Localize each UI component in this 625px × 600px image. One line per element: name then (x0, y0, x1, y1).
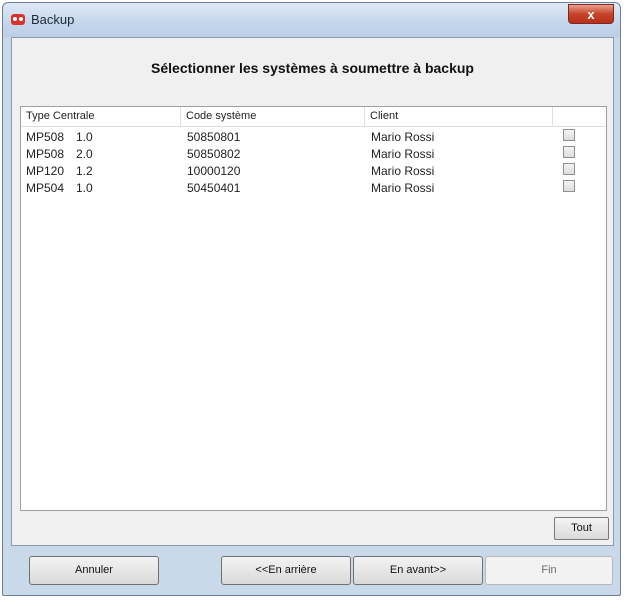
list-item[interactable]: MP120 1.2 10000120 Mario Rossi (21, 163, 606, 180)
version-cell: 1.0 (76, 130, 93, 144)
select-all-button[interactable]: Tout (554, 517, 609, 540)
list-rows: MP508 1.0 50850801 Mario Rossi MP508 2.0… (21, 129, 606, 197)
list-item[interactable]: MP504 1.0 50450401 Mario Rossi (21, 180, 606, 197)
column-header-code[interactable]: Code système (181, 107, 365, 126)
column-header-client[interactable]: Client (365, 107, 553, 126)
client-cell: Mario Rossi (371, 164, 435, 178)
type-cell: MP508 (26, 130, 65, 144)
list-item[interactable]: MP508 1.0 50850801 Mario Rossi (21, 129, 606, 146)
page-heading: Sélectionner les systèmes à soumettre à … (151, 60, 474, 76)
close-button[interactable]: x (568, 4, 614, 24)
next-button[interactable]: En avant>> (353, 556, 483, 585)
row-checkbox[interactable] (563, 163, 575, 175)
window-title: Backup (31, 12, 75, 27)
client-cell: Mario Rossi (371, 147, 435, 161)
code-cell: 50850802 (187, 147, 241, 161)
column-header-type[interactable]: Type Centrale (21, 107, 181, 126)
row-checkbox[interactable] (563, 146, 575, 158)
type-cell: MP120 (26, 164, 65, 178)
title-bar[interactable]: Backup x (3, 3, 620, 37)
row-checkbox[interactable] (563, 180, 575, 192)
code-cell: 50450401 (187, 181, 241, 195)
list-column-header: Type Centrale Code système Client (21, 107, 606, 127)
systems-list[interactable]: Type Centrale Code système Client MP508 … (20, 106, 607, 511)
row-checkbox[interactable] (563, 129, 575, 141)
type-cell: MP504 (26, 181, 65, 195)
app-logo-icon (11, 14, 25, 25)
dialog-content: Sélectionner les systèmes à soumettre à … (11, 37, 614, 546)
type-cell: MP508 (26, 147, 65, 161)
finish-button[interactable]: Fin (485, 556, 613, 585)
client-cell: Mario Rossi (371, 181, 435, 195)
column-header-select[interactable] (553, 107, 608, 126)
cancel-button[interactable]: Annuler (29, 556, 159, 585)
list-item[interactable]: MP508 2.0 50850802 Mario Rossi (21, 146, 606, 163)
version-cell: 1.2 (76, 164, 93, 178)
back-button[interactable]: <<En arrière (221, 556, 351, 585)
version-cell: 1.0 (76, 181, 93, 195)
code-cell: 50850801 (187, 130, 241, 144)
backup-window: Backup x Sélectionner les systèmes à sou… (2, 2, 621, 596)
client-cell: Mario Rossi (371, 130, 435, 144)
code-cell: 10000120 (187, 164, 241, 178)
version-cell: 2.0 (76, 147, 93, 161)
